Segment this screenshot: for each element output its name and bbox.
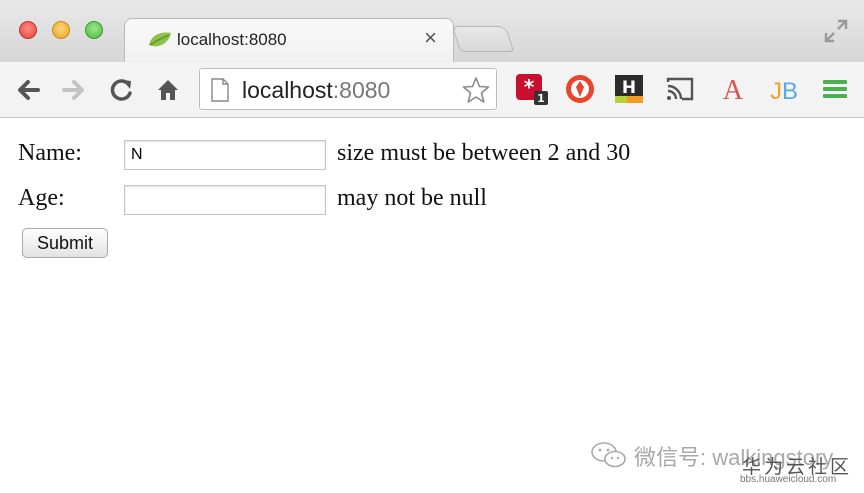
watermark: 微信号: walkingstory 华为云社区 bbs.huaweicloud.… <box>590 438 860 488</box>
hacker-news-extension[interactable]: H <box>612 72 646 106</box>
age-label: Age: <box>18 185 65 211</box>
svg-text:A: A <box>723 75 744 106</box>
svg-text:*: * <box>524 75 535 99</box>
svg-text:B: B <box>782 78 798 105</box>
home-button[interactable] <box>154 76 182 104</box>
reload-icon <box>110 79 132 101</box>
forward-arrow-icon <box>62 80 84 100</box>
browser-toolbar: localhost:8080 * 1 H A J B <box>0 62 864 118</box>
window-zoom-button[interactable] <box>85 21 103 39</box>
tab-close-icon[interactable]: × <box>424 25 437 50</box>
name-error-message: size must be between 2 and 30 <box>337 140 631 166</box>
browser-window: localhost:8080 × localhost:8080 * 1 H A … <box>0 0 864 493</box>
jetbrains-extension[interactable]: J B <box>767 72 801 106</box>
lastpass-extension[interactable]: * 1 <box>514 72 548 106</box>
font-a-icon: A <box>723 75 744 106</box>
url-host: localhost <box>242 77 333 103</box>
reload-button[interactable] <box>107 76 135 104</box>
svg-text:1: 1 <box>537 92 545 105</box>
new-tab-button[interactable] <box>451 26 515 52</box>
menu-icon <box>823 80 847 98</box>
back-button[interactable] <box>14 76 42 104</box>
window-close-button[interactable] <box>19 21 37 39</box>
wechat-icon <box>591 442 626 468</box>
lastpass-icon: * 1 <box>516 74 548 105</box>
name-input[interactable] <box>124 140 326 170</box>
cast-icon <box>666 77 694 101</box>
svg-text:H: H <box>622 78 636 98</box>
name-label: Name: <box>18 140 82 166</box>
cast-extension[interactable] <box>663 72 697 106</box>
brand-url: bbs.huaweicloud.com <box>740 474 837 485</box>
tab-strip: localhost:8080 × <box>0 0 864 62</box>
home-icon <box>158 80 178 100</box>
url-text[interactable]: localhost:8080 <box>242 77 390 104</box>
spring-leaf-icon <box>149 32 171 47</box>
fullscreen-icon[interactable] <box>823 18 849 44</box>
shield-ext-icon <box>566 75 594 103</box>
age-input[interactable] <box>124 185 326 215</box>
chrome-menu-button[interactable] <box>818 72 852 106</box>
tab-title: localhost:8080 <box>177 30 287 49</box>
back-arrow-icon <box>18 80 40 100</box>
bookmark-star-icon[interactable] <box>462 76 490 104</box>
submit-button[interactable]: Submit <box>22 228 108 258</box>
tab-localhost[interactable]: localhost:8080 × <box>124 18 454 62</box>
hacker-news-ext-icon: H <box>615 75 643 103</box>
age-error-message: may not be null <box>337 185 487 211</box>
shield-extension[interactable] <box>563 72 597 106</box>
font-extension[interactable]: A <box>716 72 750 106</box>
window-minimize-button[interactable] <box>52 21 70 39</box>
url-port: :8080 <box>332 77 391 103</box>
page-icon <box>211 78 229 102</box>
page-content: Name: size must be between 2 and 30 Age:… <box>0 118 864 493</box>
jetbrains-icon: J B <box>770 78 798 105</box>
address-bar[interactable]: localhost:8080 <box>199 68 497 110</box>
forward-button[interactable] <box>60 76 88 104</box>
svg-text:J: J <box>770 78 782 105</box>
